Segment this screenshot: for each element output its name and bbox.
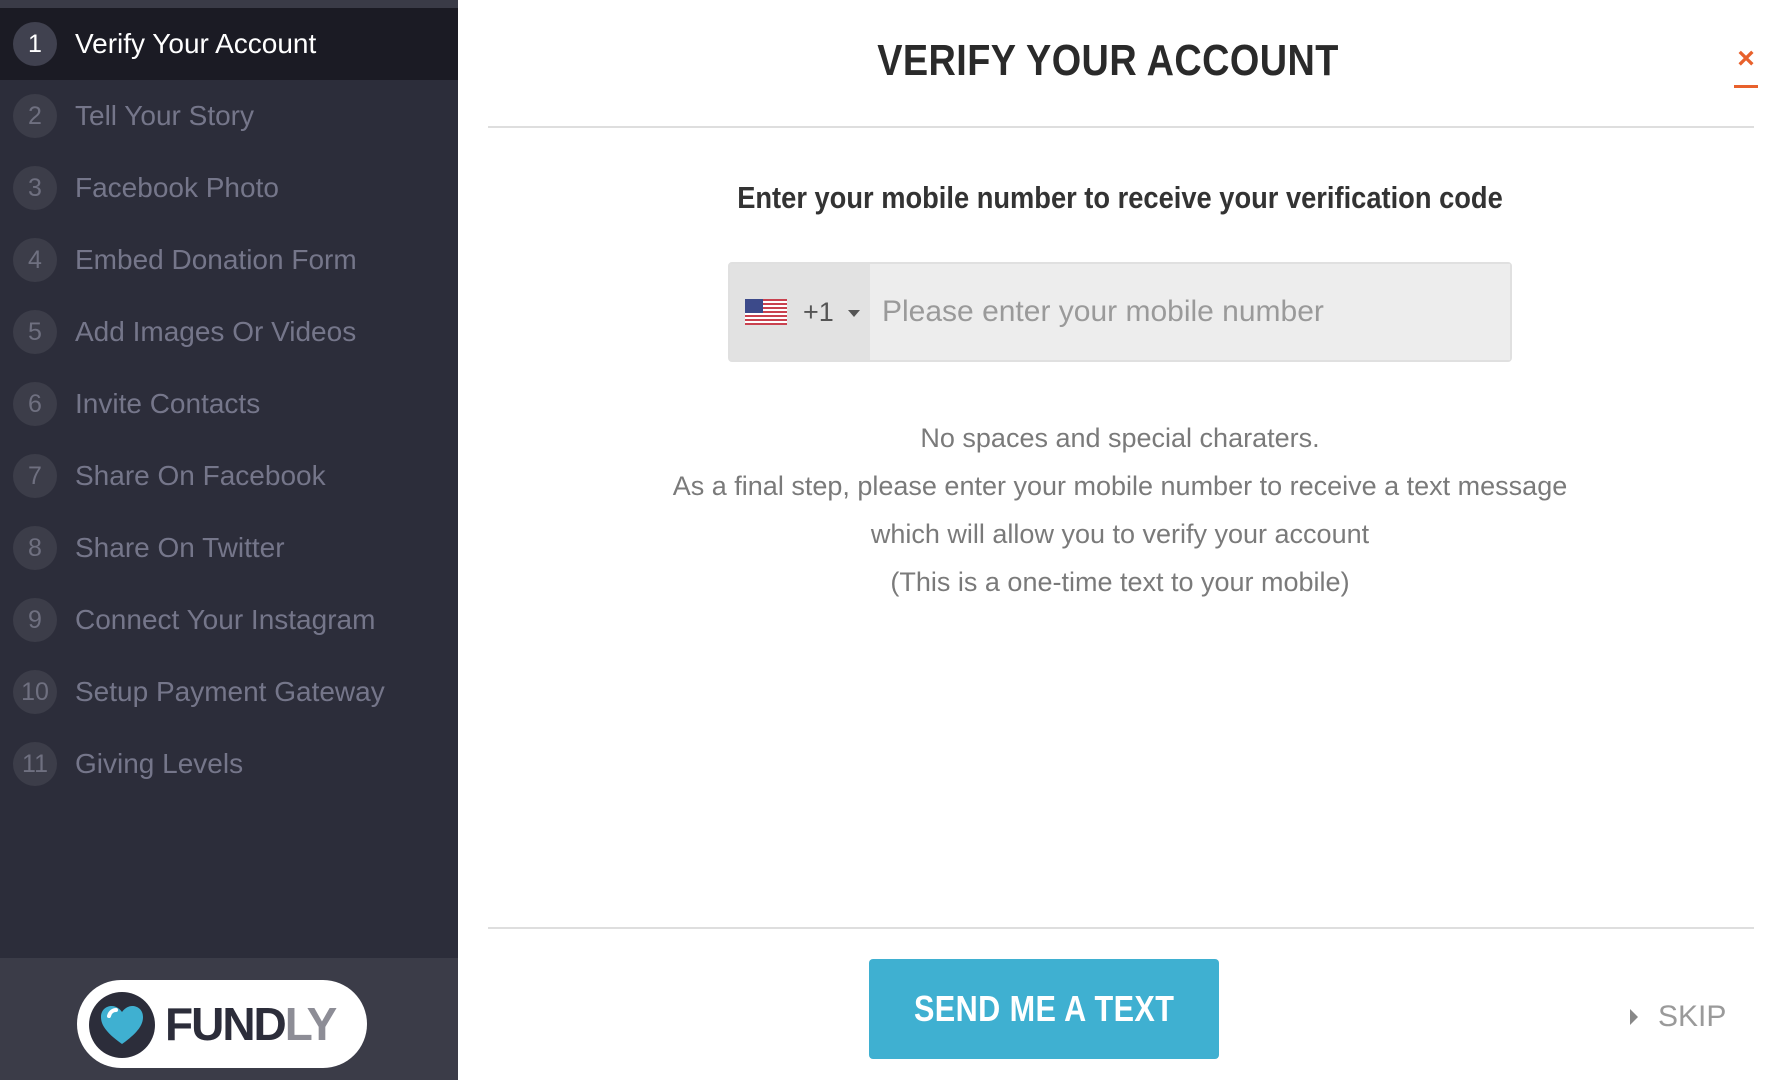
logo-panel: FUNDLY bbox=[0, 958, 458, 1080]
step-item-share-on-facebook[interactable]: 7 Share On Facebook bbox=[0, 440, 458, 512]
help-line: As a final step, please enter your mobil… bbox=[672, 471, 1568, 501]
step-item-facebook-photo[interactable]: 3 Facebook Photo bbox=[0, 152, 458, 224]
step-item-connect-your-instagram[interactable]: 9 Connect Your Instagram bbox=[0, 584, 458, 656]
step-label: Facebook Photo bbox=[75, 172, 279, 203]
caret-right-icon bbox=[1630, 1009, 1638, 1025]
skip-label: SKIP bbox=[1658, 1000, 1727, 1033]
step-label: Verify Your Account bbox=[75, 28, 317, 59]
footer-divider bbox=[488, 927, 1754, 929]
close-button[interactable]: × bbox=[1728, 44, 1764, 88]
chevron-down-icon bbox=[848, 310, 860, 317]
step-number: 2 bbox=[13, 94, 57, 138]
wizard-sidebar: 1 Verify Your Account 2 Tell Your Story … bbox=[0, 0, 458, 1080]
send-text-button[interactable]: SEND ME A TEXT bbox=[869, 959, 1219, 1059]
page-title: VERIFY YOUR ACCOUNT bbox=[877, 36, 1339, 85]
send-text-button-label: SEND ME A TEXT bbox=[913, 988, 1175, 1029]
step-label: Connect Your Instagram bbox=[75, 604, 376, 635]
step-label: Share On Twitter bbox=[75, 532, 285, 563]
step-label: Share On Facebook bbox=[75, 460, 326, 491]
step-label: Setup Payment Gateway bbox=[75, 676, 385, 707]
step-number: 11 bbox=[13, 742, 57, 786]
step-label: Tell Your Story bbox=[75, 100, 254, 131]
help-line: (This is a one-time text to your mobile) bbox=[890, 567, 1350, 597]
help-line: which will allow you to verify your acco… bbox=[870, 519, 1370, 549]
instruction-heading-text: Enter your mobile number to receive your… bbox=[737, 180, 1503, 215]
dial-code: +1 bbox=[803, 296, 834, 327]
heart-icon bbox=[89, 992, 155, 1058]
step-label: Invite Contacts bbox=[75, 388, 261, 419]
step-item-embed-donation-form[interactable]: 4 Embed Donation Form bbox=[0, 224, 458, 296]
instruction-heading: Enter your mobile number to receive your… bbox=[458, 180, 1782, 216]
logo-text-accent: LY bbox=[284, 998, 338, 1050]
logo-wordmark: FUNDLY bbox=[165, 997, 338, 1051]
help-text: No spaces and special charaters. As a fi… bbox=[458, 414, 1782, 606]
step-number: 5 bbox=[13, 310, 57, 354]
step-number: 6 bbox=[13, 382, 57, 426]
step-list: 1 Verify Your Account 2 Tell Your Story … bbox=[0, 8, 458, 800]
skip-link[interactable]: SKIP bbox=[1630, 1000, 1726, 1034]
step-item-verify-your-account[interactable]: 1 Verify Your Account bbox=[0, 8, 458, 80]
step-item-setup-payment-gateway[interactable]: 10 Setup Payment Gateway bbox=[0, 656, 458, 728]
phone-number-field-group: +1 bbox=[728, 262, 1512, 362]
step-number: 7 bbox=[13, 454, 57, 498]
us-flag-icon bbox=[745, 299, 787, 325]
verify-panel: VERIFY YOUR ACCOUNT × Enter your mobile … bbox=[458, 0, 1782, 1080]
step-label: Giving Levels bbox=[75, 748, 244, 779]
step-item-invite-contacts[interactable]: 6 Invite Contacts bbox=[0, 368, 458, 440]
logo-text-main: FUND bbox=[165, 998, 287, 1050]
step-number: 1 bbox=[13, 22, 57, 66]
mobile-number-input[interactable] bbox=[870, 264, 1510, 360]
country-code-selector[interactable]: +1 bbox=[730, 264, 870, 360]
step-label: Add Images Or Videos bbox=[75, 316, 357, 347]
step-item-share-on-twitter[interactable]: 8 Share On Twitter bbox=[0, 512, 458, 584]
step-number: 8 bbox=[13, 526, 57, 570]
step-number: 10 bbox=[13, 670, 57, 714]
header-divider bbox=[488, 126, 1754, 128]
fundly-logo[interactable]: FUNDLY bbox=[77, 980, 367, 1068]
step-label: Embed Donation Form bbox=[75, 244, 357, 275]
sidebar-top-strip bbox=[0, 0, 458, 8]
step-item-giving-levels[interactable]: 11 Giving Levels bbox=[0, 728, 458, 800]
step-number: 9 bbox=[13, 598, 57, 642]
step-number: 3 bbox=[13, 166, 57, 210]
step-item-add-images-or-videos[interactable]: 5 Add Images Or Videos bbox=[0, 296, 458, 368]
step-number: 4 bbox=[13, 238, 57, 282]
help-line: No spaces and special charaters. bbox=[920, 423, 1320, 453]
step-item-tell-your-story[interactable]: 2 Tell Your Story bbox=[0, 80, 458, 152]
